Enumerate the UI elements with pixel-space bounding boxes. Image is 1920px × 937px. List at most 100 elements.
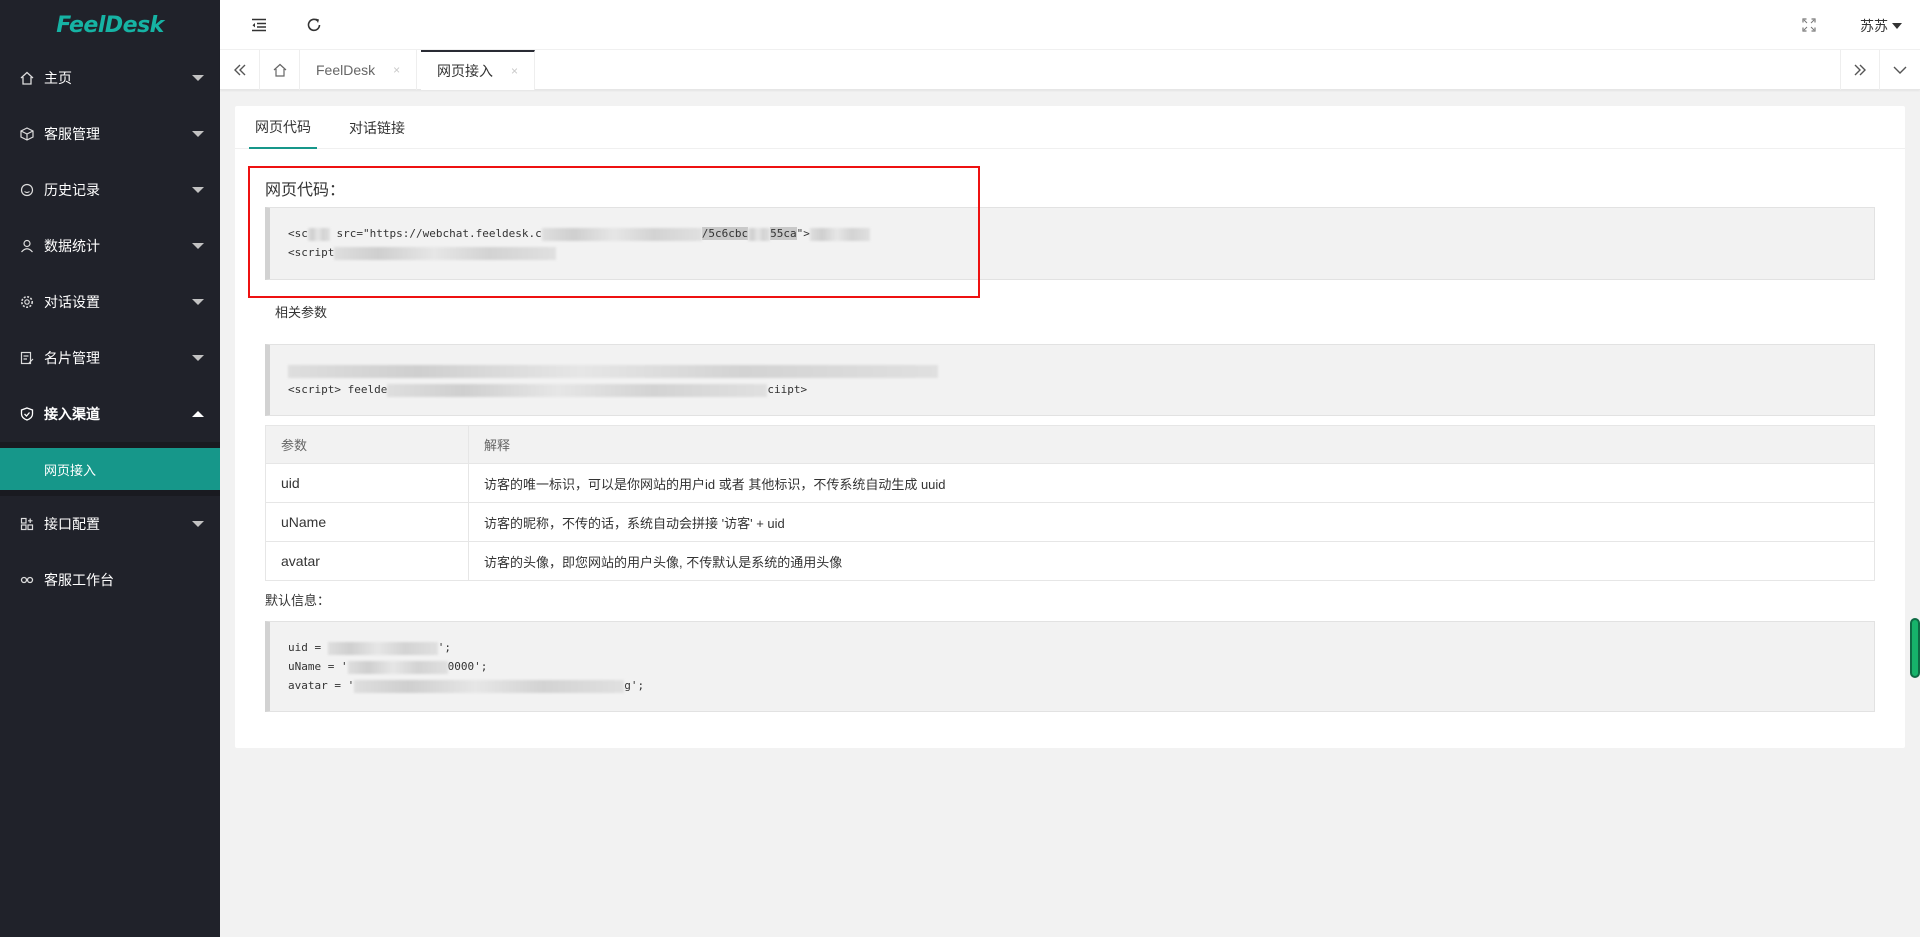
double-chevron-right-icon: [1854, 64, 1866, 76]
sidebar-nav: 主页 客服管理 历史记录 数据统计 对话设置 名片管理 接入渠道: [0, 50, 220, 442]
param-key: uid: [265, 463, 469, 503]
sidebar-item-label: 对话设置: [44, 294, 100, 310]
grid-icon: [20, 517, 34, 531]
code-line: avatar = ' g';: [288, 676, 1856, 695]
sidebar-item-workbench[interactable]: 客服工作台: [0, 552, 220, 608]
defaults-code-block[interactable]: uid = '; uName = ' 0000'; avatar = ' g';: [265, 621, 1875, 712]
tab-web-code[interactable]: 网页代码: [249, 106, 317, 149]
chevron-down-icon: [192, 521, 204, 527]
fullscreen-button[interactable]: [1798, 14, 1820, 36]
scrollbar-thumb[interactable]: [1910, 618, 1920, 678]
top-header: 苏苏: [220, 0, 1920, 50]
code-text: g';: [624, 679, 645, 692]
param-desc: 访客的头像，即您网站的用户头像, 不传默认是系统的通用头像: [468, 541, 1875, 581]
code-text: /5c6cbc: [701, 227, 749, 240]
code-text: uid =: [288, 641, 328, 654]
tabs-scroll-right-button[interactable]: [1840, 50, 1880, 90]
code-text: ciipt>: [767, 383, 808, 396]
web-code-block[interactable]: <sc src="https://webchat.feeldesk.c/5c6c…: [265, 207, 1875, 280]
tab-web-access[interactable]: 网页接入 ×: [421, 50, 536, 90]
chevron-down-icon: [192, 243, 204, 249]
column-header: 参数: [265, 425, 469, 464]
double-chevron-left-icon: [233, 64, 245, 76]
tabs-menu-button[interactable]: [1880, 50, 1920, 90]
column-header: 解释: [468, 425, 1875, 464]
defaults-label: 默认信息：: [265, 593, 331, 608]
code-text: ';: [437, 641, 451, 654]
logo-text: FeelDesk: [56, 12, 164, 38]
code-line: <script: [288, 243, 1856, 262]
user-name: 苏苏: [1860, 18, 1888, 34]
chevron-down-icon: [192, 75, 204, 81]
caret-down-icon: [1892, 23, 1902, 29]
chevron-down-icon: [192, 187, 204, 193]
code-text: 0000';: [447, 660, 488, 673]
fullscreen-icon: [1802, 18, 1816, 32]
sidebar-item-api[interactable]: 接口配置: [0, 496, 220, 552]
shield-icon: [20, 407, 34, 421]
link-icon: [20, 573, 34, 587]
redacted-text: [354, 679, 625, 693]
sidebar-item-home[interactable]: 主页: [0, 50, 220, 106]
user-menu[interactable]: 苏苏: [1860, 16, 1902, 36]
chevron-down-icon: [192, 131, 204, 137]
param-key: avatar: [265, 541, 469, 581]
collapse-menu-button[interactable]: [248, 14, 270, 36]
indent-icon: [252, 18, 266, 32]
redacted-text: [327, 641, 438, 655]
code-line: <sc src="https://webchat.feeldesk.c/5c6c…: [288, 224, 1856, 243]
code-text: src="https://webchat.feeldesk.c: [329, 227, 542, 240]
code-text: 55ca: [770, 227, 797, 240]
sidebar-item-cards[interactable]: 名片管理: [0, 330, 220, 386]
table-header-row: 参数 解释: [265, 425, 1875, 464]
sidebar-subnav: 网页接入: [0, 442, 220, 496]
code-line: <script> feelde ciipt>: [288, 380, 1856, 399]
sidebar-item-label: 数据统计: [44, 238, 100, 254]
sidebar-item-channels[interactable]: 接入渠道: [0, 386, 220, 442]
sidebar-item-label: 接口配置: [44, 516, 100, 532]
chevron-up-icon: [192, 411, 204, 417]
table-row: uName 访客的昵称，不传的话，系统自动会拼接 '访客' + uid: [265, 502, 1875, 542]
sidebar-item-stats[interactable]: 数据统计: [0, 218, 220, 274]
subtabs: 网页代码 对话链接: [235, 106, 1905, 149]
card-icon: [20, 351, 34, 365]
redacted-text: [748, 227, 771, 241]
home-icon: [273, 63, 286, 77]
code-line: uid = ';: [288, 638, 1856, 657]
cube-icon: [20, 127, 34, 141]
content-card: 网页代码 对话链接 网页代码： <sc src="https://webchat…: [235, 106, 1905, 748]
page-tabs-bar: FeelDesk × 网页接入 ×: [220, 50, 1920, 90]
code-text: <sc: [288, 227, 308, 240]
params-table: 参数 解释 uid 访客的唯一标识，可以是你网站的用户id 或者 其他标识，不传…: [265, 425, 1875, 581]
close-icon[interactable]: ×: [511, 64, 518, 78]
chevron-down-icon: [1893, 66, 1907, 74]
tab-chat-link[interactable]: 对话链接: [343, 106, 411, 149]
redacted-text: [288, 364, 938, 378]
chevron-down-icon: [192, 299, 204, 305]
tab-label: FeelDesk: [316, 62, 376, 78]
sidebar-subitem-web-access[interactable]: 网页接入: [0, 448, 220, 490]
tabs-scroll-left-button[interactable]: [220, 50, 260, 90]
web-code-title: 网页代码：: [265, 182, 346, 199]
chevron-down-icon: [192, 355, 204, 361]
home-tab[interactable]: [260, 50, 300, 90]
sidebar-item-label: 主页: [44, 70, 72, 86]
sidebar-item-chat-settings[interactable]: 对话设置: [0, 274, 220, 330]
param-desc: 访客的昵称，不传的话，系统自动会拼接 '访客' + uid: [468, 502, 1875, 542]
sidebar-item-agents[interactable]: 客服管理: [0, 106, 220, 162]
logo[interactable]: FeelDesk: [0, 0, 220, 50]
sidebar-subitem-label: 网页接入: [44, 462, 97, 478]
sidebar-item-history[interactable]: 历史记录: [0, 162, 220, 218]
redacted-text: [809, 227, 870, 241]
sidebar-item-label: 客服工作台: [44, 572, 114, 588]
code-text: ">: [796, 227, 810, 240]
tab-feeldesk[interactable]: FeelDesk ×: [300, 50, 418, 90]
refresh-button[interactable]: [303, 14, 325, 36]
user-icon: [20, 239, 34, 253]
close-icon[interactable]: ×: [393, 63, 400, 77]
param-desc: 访客的唯一标识，可以是你网站的用户id 或者 其他标识，不传系统自动生成 uui…: [468, 463, 1875, 503]
redacted-text: [387, 383, 768, 397]
params-code-block[interactable]: <script> feelde ciipt>: [265, 344, 1875, 416]
params-label: 相关参数: [275, 305, 328, 320]
sidebar-item-label: 名片管理: [44, 350, 100, 366]
